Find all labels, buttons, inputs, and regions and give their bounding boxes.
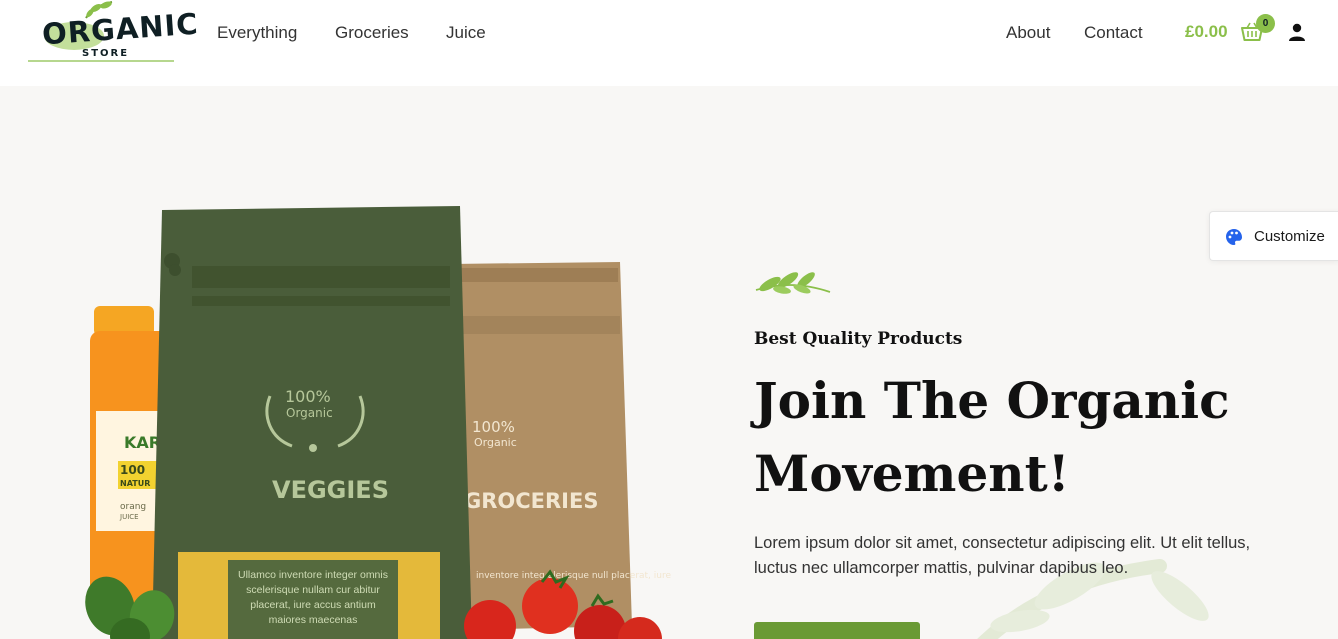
hero-cta-button[interactable] [754,622,920,639]
customize-button[interactable]: Customize [1209,211,1338,261]
site-header: ORGANIC STORE Everything Groceries Juice… [0,0,1338,86]
kraft-window-text: inventore integ elerisque null placerat,… [476,571,671,581]
nav-groceries[interactable]: Groceries [335,23,409,43]
jar-badge: 100 [120,463,145,477]
hero-headline-line2: Movement! [754,444,1070,503]
jar-brand: KAR [124,433,161,452]
nav-everything[interactable]: Everything [217,23,297,43]
cart-total[interactable]: £0.00 [1185,22,1228,42]
jar-flavour-sub: JUICE [119,513,139,521]
veggies-pack: 100% Organic VEGGIES Ullamco inventore i… [152,206,472,639]
hero-headline: Join The Organic Movement! [754,364,1274,510]
hero-eyebrow: Best Quality Products [754,329,963,349]
hero-section: KAR 100 NATUR orang JUICE 100% Organic G… [0,86,1338,639]
nav-contact[interactable]: Contact [1084,23,1143,43]
jar-badge-sub: NATUR [120,479,150,488]
nav-about[interactable]: About [1006,23,1050,43]
veggies-pack-name: VEGGIES [272,476,389,504]
hero-product-image: KAR 100 NATUR orang JUICE 100% Organic G… [85,206,671,639]
veggies-badge-bottom: Organic [286,406,333,420]
hero-body-text: Lorem ipsum dolor sit amet, consectetur … [754,534,1251,577]
veggies-badge-top: 100% [285,387,331,406]
customize-label: Customize [1254,228,1325,245]
jar-flavour: orang [120,502,146,512]
user-icon[interactable] [1287,22,1307,42]
cart-count-badge: 0 [1256,14,1275,33]
hero-headline-line1: Join The Organic [754,371,1230,430]
kraft-pack-name: GROCERIES [464,489,598,513]
kraft-badge-top: 100% [472,418,515,436]
nav-juice[interactable]: Juice [446,23,486,43]
logo-subtitle: STORE [82,48,130,59]
sprig-icon [755,272,831,294]
palette-icon [1226,229,1242,245]
groceries-pack: 100% Organic GROCERIES inventore integ e… [450,262,671,630]
kraft-badge-bottom: Organic [474,436,517,449]
veggies-window-text: Ullamco inventore integer omnis sceleris… [238,569,388,626]
site-logo[interactable]: ORGANIC STORE [26,0,200,66]
